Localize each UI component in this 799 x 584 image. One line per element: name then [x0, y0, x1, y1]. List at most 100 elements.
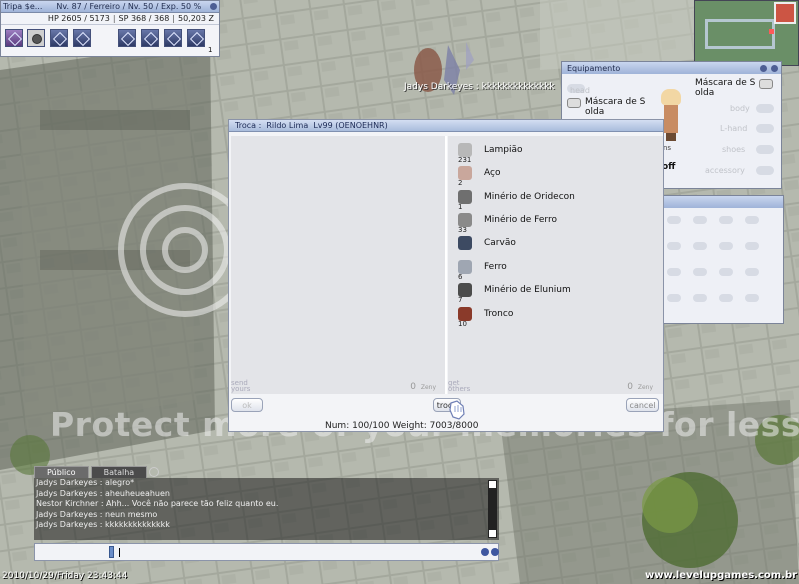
minimize-icon[interactable] — [760, 65, 767, 72]
minimize-icon[interactable] — [210, 3, 217, 10]
skill-slot-3[interactable] — [50, 29, 68, 47]
equip-left-name: Máscara de S olda — [585, 97, 646, 117]
skill-slot-8[interactable] — [187, 29, 205, 47]
chat-option-icon[interactable] — [491, 548, 499, 556]
player-marker — [769, 29, 774, 34]
inventory-title-bar[interactable] — [662, 196, 783, 208]
trade-item[interactable]: 10 Tronco — [458, 304, 513, 328]
overhead-chat: Jadys Darkeyes : kkkkkkkkkkkkkk — [404, 82, 555, 92]
oridecon-ore-icon: 1 — [458, 190, 472, 211]
skill-slot-6[interactable] — [141, 29, 159, 47]
cancel-button[interactable]: cancel — [626, 398, 659, 412]
off-label: off — [662, 162, 676, 172]
hotkey-count: 1 — [208, 46, 213, 54]
character-name: Tripa $e... — [3, 2, 43, 11]
zeny-unit: Zeny — [637, 384, 653, 391]
slot-head-label: head — [570, 86, 590, 95]
trade-item[interactable]: 33 Minério de Ferro — [458, 210, 557, 234]
chat-line: Jadys Darkeyes : alegro* — [36, 478, 135, 487]
skill-slot-5[interactable] — [118, 29, 136, 47]
scroll-down-icon[interactable] — [489, 530, 496, 537]
zeny-value: 50,203 Z — [177, 14, 214, 23]
trade-item-name: Lampião — [484, 145, 523, 155]
inventory-window[interactable] — [661, 195, 784, 324]
their-zeny-value: 0 — [627, 382, 633, 392]
iron-icon: 6 — [458, 260, 472, 281]
trade-item-name: Minério de Elunium — [484, 285, 571, 295]
sp-value: SP 368 / 368 — [118, 14, 170, 23]
their-zeny-row: get others 0 Zeny — [448, 380, 661, 394]
inventory-row — [667, 294, 777, 304]
chat-line: Nestor Kirchner : Ahh... Você não parece… — [36, 499, 279, 508]
chat-line: Jadys Darkeyes : kkkkkkkkkkkkkk — [36, 520, 170, 529]
hp-value: HP 2605 / 5173 — [47, 14, 110, 23]
trade-title[interactable]: Troca : Rildo Lima Lv99 (OENOEHNR) — [229, 120, 663, 132]
slot-accessory-oval[interactable] — [756, 166, 774, 175]
trade-their-items-panel: 231 Lampião 2 Aço 1 Minério de Oridecon … — [448, 136, 663, 394]
iron-ore-icon: 33 — [458, 213, 472, 234]
skill-slot-7[interactable] — [164, 29, 182, 47]
inventory-row — [667, 242, 777, 252]
trade-weight-info: Num: 100/100 Weight: 7003/8000 — [325, 421, 479, 431]
trade-item[interactable]: 231 Lampião — [458, 140, 523, 164]
screenshot-datetime: 2010/10/29/Friday 23:43:44 — [2, 571, 128, 581]
chat-line: Jadys Darkeyes : aheuheueahuen — [36, 488, 170, 498]
mask-icon — [759, 79, 774, 89]
get-others-label: get others — [448, 379, 471, 393]
chat-input[interactable] — [119, 546, 479, 558]
site-url: www.levelupgames.com.br — [645, 570, 798, 581]
chat-log[interactable]: Jadys Darkeyes : alegro* Jadys Darkeyes … — [34, 478, 499, 540]
chat-resize-handle[interactable] — [109, 546, 114, 558]
trade-item[interactable]: 2 Aço — [458, 163, 500, 187]
trade-item[interactable]: 6 Ferro — [458, 257, 507, 281]
minimap-path — [705, 19, 775, 49]
trade-item[interactable]: 7 Minério de Elunium — [458, 280, 571, 304]
status-window[interactable]: Tripa $e... Nv. 87 / Ferreiro / Nv. 50 /… — [0, 0, 220, 57]
chat-scrollbar[interactable] — [488, 480, 497, 538]
slot-lhand-label: L-hand — [720, 124, 748, 133]
send-yours-label: send yours — [231, 379, 251, 393]
trade-item-name: Minério de Ferro — [484, 215, 557, 225]
close-icon[interactable] — [771, 65, 778, 72]
gift-icon[interactable] — [774, 2, 796, 24]
trade-item-name: Minério de Oridecon — [484, 192, 575, 202]
coal-icon — [458, 236, 472, 250]
lamp-icon: 231 — [458, 143, 472, 164]
equipment-title[interactable]: Equipamento — [562, 62, 781, 74]
slot-lhand-oval[interactable] — [756, 124, 774, 133]
slot-body-oval[interactable] — [756, 104, 774, 113]
my-zeny-row: send yours 0 Zeny — [231, 380, 444, 394]
skill-slot-1[interactable] — [5, 29, 23, 47]
trade-item-name: Ferro — [484, 262, 507, 272]
trade-my-items-panel[interactable] — [231, 136, 446, 394]
slot-body-label: body — [730, 104, 750, 113]
my-zeny-input[interactable]: 0 — [410, 382, 416, 392]
hand-cursor-icon — [449, 400, 465, 420]
slot-shoes-oval[interactable] — [756, 145, 774, 154]
text-caret — [119, 548, 120, 557]
item-slot-2[interactable] — [27, 29, 45, 47]
trunk-icon: 10 — [458, 307, 472, 328]
equip-right-name: Máscara de S olda — [695, 78, 756, 98]
level-info: Nv. 87 / Ferreiro / Nv. 50 / Exp. 50 % — [56, 2, 202, 11]
equip-right-headgear[interactable]: Máscara de S olda — [695, 78, 774, 98]
inventory-row — [667, 216, 777, 226]
tab-public[interactable]: Público — [34, 466, 89, 478]
trade-window[interactable]: Troca : Rildo Lima Lv99 (OENOEHNR) 231 L… — [228, 119, 664, 432]
skill-slot-4[interactable] — [73, 29, 91, 47]
status-title-bar[interactable]: Tripa $e... Nv. 87 / Ferreiro / Nv. 50 /… — [1, 1, 219, 13]
elunium-ore-icon: 7 — [458, 283, 472, 304]
slot-shoes-label: shoes — [722, 145, 746, 154]
chat-tabs: Público Batalha — [34, 466, 160, 478]
equip-left-headgear[interactable]: Máscara de S olda — [567, 97, 645, 117]
tab-battle[interactable]: Batalha — [90, 466, 148, 478]
trade-divider — [445, 136, 447, 394]
ok-button[interactable]: ok — [231, 398, 263, 412]
trade-item[interactable]: 1 Minério de Oridecon — [458, 187, 575, 211]
add-tab-icon[interactable] — [149, 467, 160, 477]
scroll-up-icon[interactable] — [489, 481, 496, 488]
inventory-row — [667, 268, 777, 278]
chat-option-icon[interactable] — [481, 548, 489, 556]
status-stats: HP 2605 / 5173 | SP 368 / 368 | 50,203 Z — [1, 13, 219, 25]
trade-item[interactable]: Carvão — [458, 233, 516, 253]
